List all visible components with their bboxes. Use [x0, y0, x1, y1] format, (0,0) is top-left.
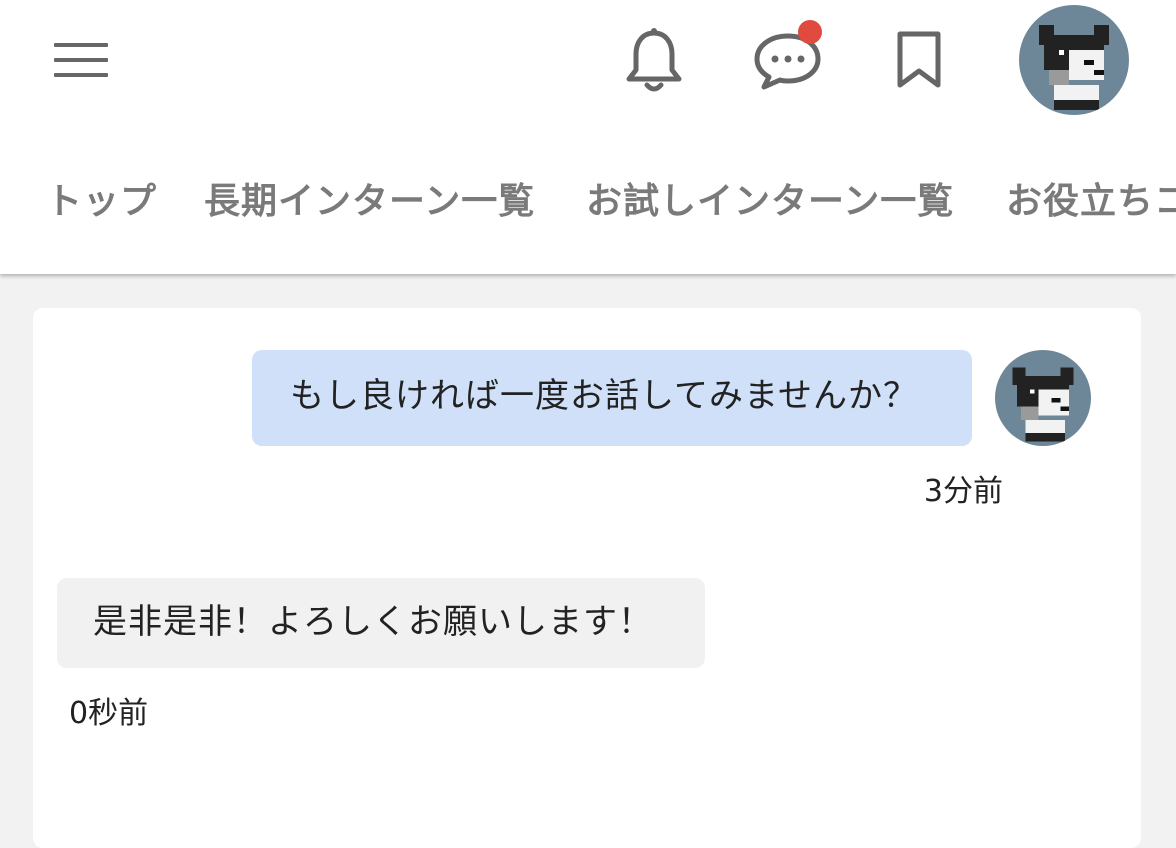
received-message-timestamp: 0秒前 — [69, 696, 149, 731]
sender-avatar[interactable] — [995, 350, 1091, 446]
tab-trial-internships[interactable]: お試しインターン一覧 — [586, 176, 954, 228]
unread-dot-icon — [798, 20, 822, 44]
chat-thread: もし良ければ一度お話してみませんか？ 3分前 是非是非！よろしくお願いします！ … — [33, 308, 1141, 848]
tab-top[interactable]: トップ — [46, 176, 157, 228]
hamburger-menu-icon-bar — [54, 58, 108, 62]
tab-long-term-internships[interactable]: 長期インターン一覧 — [204, 176, 535, 228]
messages-button[interactable] — [752, 18, 828, 90]
app-header: トップ 長期インターン一覧 お試しインターン一覧 お役立ちコ — [0, 0, 1176, 274]
pixel-dog-avatar-icon — [1012, 367, 1074, 442]
notifications-button[interactable] — [624, 28, 684, 94]
nav-tabs: トップ 長期インターン一覧 お試しインターン一覧 お役立ちコ — [0, 176, 1176, 232]
sent-message-bubble: もし良ければ一度お話してみませんか？ — [252, 350, 972, 446]
bookmark-icon — [897, 31, 941, 88]
tab-useful-columns[interactable]: お役立ちコ — [1006, 176, 1176, 228]
received-message-text: 是非是非！よろしくお願いします！ — [93, 602, 653, 642]
bell-icon — [626, 28, 682, 92]
hamburger-menu-icon-bar — [54, 73, 108, 77]
hamburger-menu-icon — [54, 43, 108, 47]
avatar-button[interactable] — [1019, 5, 1129, 115]
bookmarks-button[interactable] — [894, 30, 944, 90]
sent-message-timestamp: 3分前 — [923, 474, 1003, 509]
sent-message-text: もし良ければ一度お話してみませんか？ — [290, 376, 918, 416]
pixel-dog-avatar-icon — [1039, 25, 1109, 110]
received-message-bubble: 是非是非！よろしくお願いします！ — [57, 578, 705, 668]
menu-button[interactable] — [52, 40, 110, 80]
